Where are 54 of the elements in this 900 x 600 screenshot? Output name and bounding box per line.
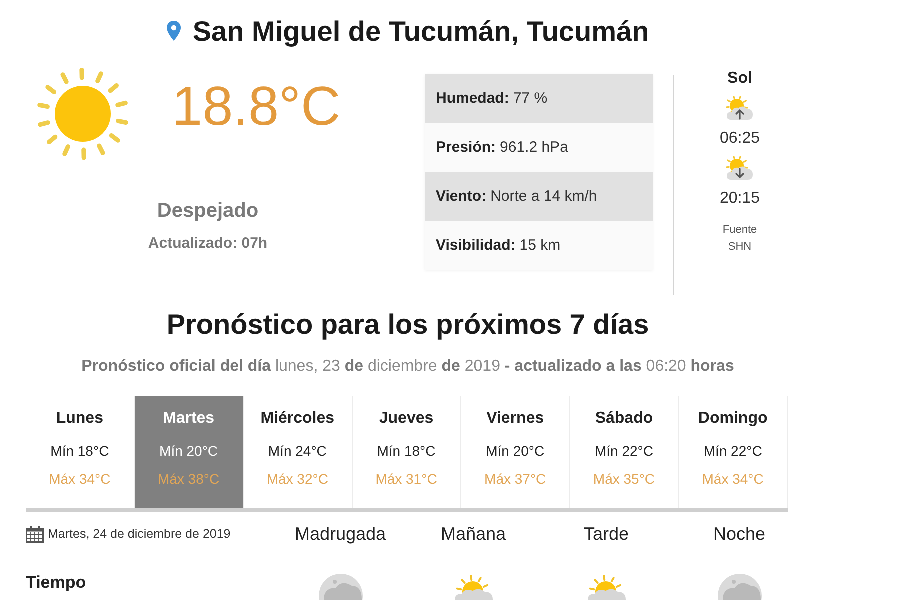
max-temperature: Máx 32°C	[266, 471, 328, 487]
max-temperature: Máx 31°C	[376, 471, 438, 487]
sunset-icon	[726, 156, 754, 182]
stat-label: Humedad:	[436, 90, 510, 107]
map-pin-icon	[166, 21, 181, 41]
day-name: Miércoles	[260, 410, 335, 428]
day-name: Martes	[163, 410, 215, 428]
source-label: Fuente	[722, 223, 758, 238]
period-heading: Mañana	[440, 523, 508, 545]
min-temperature: Mín 20°C	[486, 443, 545, 459]
forecast-title: Pronóstico para los próximos 7 días	[166, 309, 650, 341]
max-temperature: Máx 37°C	[484, 471, 546, 487]
max-temperature: Máx 34°C	[702, 471, 764, 487]
day-name: Domingo	[698, 410, 768, 428]
stat-value: Norte a 14 km/h	[490, 188, 598, 205]
stat-label: Presión:	[436, 139, 496, 156]
stat-label: Viento:	[436, 188, 487, 205]
max-temperature: Máx 34°C	[49, 471, 111, 487]
day-name: Viernes	[486, 410, 544, 428]
period-heading: Madrugada	[294, 523, 388, 545]
source-name: SHN	[728, 240, 752, 255]
condition-text: Despejado	[157, 200, 259, 223]
forecast-subtitle: Pronóstico oficial del día lunes, 23 de diciembre de 2019 - actualizado a las 06:20 horas	[80, 358, 736, 376]
stat-value: 77 %	[513, 90, 548, 107]
min-temperature: Mín 24°C	[268, 443, 327, 459]
row-label: Tiempo	[26, 573, 86, 594]
stat-value: 961.2 hPa	[500, 139, 568, 156]
sunrise-time: 06:25	[720, 130, 760, 148]
min-temperature: Mín 20°C	[160, 443, 218, 459]
stat-label: Visibilidad:	[436, 237, 516, 254]
min-temperature: Mín 18°C	[50, 443, 110, 459]
sun-icon	[37, 68, 129, 160]
min-temperature: Mín 22°C	[594, 443, 654, 459]
calendar-icon	[26, 526, 44, 542]
temperature: 18.8°C	[172, 76, 341, 136]
updated-text: Actualizado: 07h	[148, 235, 268, 252]
min-temperature: Mín 18°C	[377, 443, 436, 459]
day-tab[interactable]: Martes Mín 20°C Máx 38°C	[134, 396, 244, 508]
location-title: San Miguel de Tucumán, Tucumán	[192, 16, 650, 48]
day-name: Sábado	[595, 410, 654, 428]
sunset-time: 20:15	[720, 190, 760, 208]
sunrise-icon	[726, 96, 754, 122]
day-name: Lunes	[56, 410, 104, 428]
date-text: Martes, 24 de diciembre de 2019	[48, 527, 231, 541]
period-heading: Tarde	[582, 523, 630, 545]
max-temperature: Máx 38°C	[158, 471, 220, 487]
period-heading: Noche	[712, 523, 767, 545]
sun-title: Sol	[728, 70, 752, 88]
stat-value: 15 km	[520, 237, 561, 254]
day-tab[interactable]: Miércoles Mín 24°C Máx 32°C	[244, 396, 353, 508]
min-temperature: Mín 22°C	[704, 443, 762, 459]
max-temperature: Máx 35°C	[593, 471, 656, 487]
day-name: Jueves	[379, 410, 434, 428]
day-tab[interactable]: Jueves Mín 18°C Máx 31°C	[352, 396, 462, 508]
